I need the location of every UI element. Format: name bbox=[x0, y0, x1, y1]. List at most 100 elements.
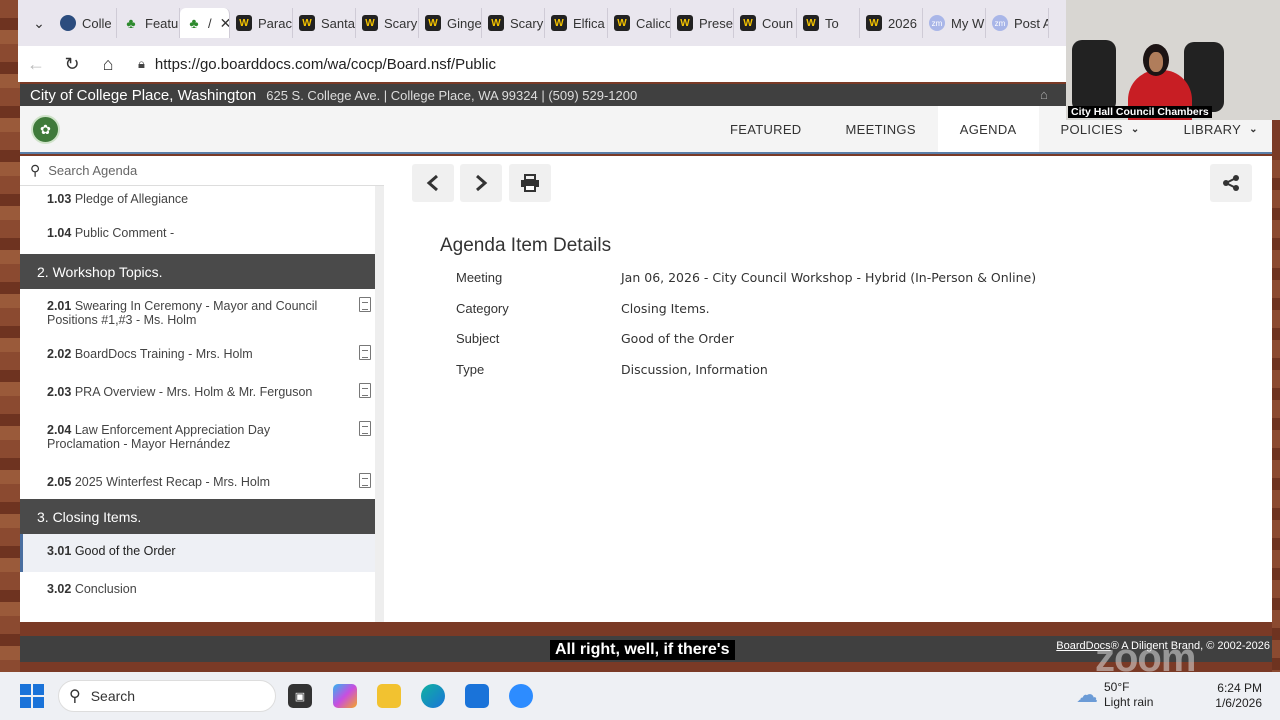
agenda-item[interactable]: 1.04 Public Comment - bbox=[20, 216, 375, 254]
chevron-down-icon: ⌄ bbox=[1130, 123, 1140, 135]
agenda-item[interactable]: 1.03 Pledge of Allegiance bbox=[20, 186, 375, 216]
browser-tab[interactable]: Colle bbox=[54, 8, 117, 38]
browser-tab-label: Post A bbox=[1014, 15, 1049, 31]
agenda-search[interactable]: ⚲ Search Agenda bbox=[20, 156, 384, 186]
browser-tab[interactable]: W To bbox=[797, 8, 860, 38]
menu-item-meetings[interactable]: MEETINGS bbox=[824, 106, 938, 152]
tab-list-dropdown-icon[interactable]: ⌄ bbox=[24, 8, 54, 38]
browser-tab[interactable]: W Scary bbox=[356, 8, 419, 38]
document-icon[interactable] bbox=[359, 345, 371, 360]
detail-value: Good of the Order bbox=[621, 331, 734, 346]
background-wood bbox=[1272, 160, 1280, 672]
boarddocs-favicon-icon: W bbox=[677, 15, 693, 31]
browser-tab-label: Calico bbox=[636, 15, 671, 31]
menu-item-featured[interactable]: FEATURED bbox=[708, 106, 824, 152]
detail-value: Closing Items. bbox=[621, 301, 710, 316]
browser-tab[interactable]: W Elfica bbox=[545, 8, 608, 38]
browser-tab[interactable]: ♣ / ✕ bbox=[180, 8, 230, 38]
agenda-item[interactable]: 2.02 BoardDocs Training - Mrs. Holm bbox=[20, 337, 375, 375]
back-icon[interactable]: ← bbox=[18, 46, 54, 82]
agenda-item-title: Swearing In Ceremony - Mayor and Council… bbox=[47, 299, 318, 327]
agenda-item[interactable]: 3.01 Good of the Order bbox=[20, 534, 375, 572]
speaker-face bbox=[1149, 52, 1163, 72]
browser-tab[interactable]: W Santa bbox=[293, 8, 356, 38]
agenda-item[interactable]: 3.02 Conclusion bbox=[20, 572, 375, 610]
document-icon[interactable] bbox=[359, 421, 371, 436]
browser-tab[interactable]: W Calico bbox=[608, 8, 671, 38]
agenda-item[interactable]: 2.04 Law Enforcement Appreciation Day Pr… bbox=[20, 413, 375, 465]
agenda-item-title: Public Comment - bbox=[74, 226, 175, 240]
browser-tab[interactable]: zm My W bbox=[923, 8, 986, 38]
share-icon bbox=[1223, 175, 1239, 191]
boarddocs-favicon-icon: W bbox=[425, 15, 441, 31]
system-clock[interactable]: 6:24 PM 1/6/2026 bbox=[1208, 681, 1262, 711]
boarddocs-favicon-icon: W bbox=[866, 15, 882, 31]
chair bbox=[1072, 40, 1116, 112]
document-icon[interactable] bbox=[359, 473, 371, 488]
detail-value: Discussion, Information bbox=[621, 362, 768, 377]
lock-icon: 🔒︎ bbox=[138, 56, 145, 71]
next-item-button[interactable] bbox=[460, 164, 502, 202]
microsoft-store-icon[interactable] bbox=[465, 684, 489, 708]
details-title: Agenda Item Details bbox=[440, 235, 612, 256]
m365-copilot-icon[interactable] bbox=[333, 684, 357, 708]
home-icon[interactable]: ⌂ bbox=[90, 46, 126, 82]
browser-tab[interactable]: W Scary bbox=[482, 8, 545, 38]
detail-label: Type bbox=[456, 362, 485, 377]
sidebar-scrollbar[interactable] bbox=[375, 186, 384, 622]
browser-tab[interactable]: W Parac bbox=[230, 8, 293, 38]
speaker-video[interactable]: City Hall Council Chambers bbox=[1066, 0, 1280, 120]
agenda-item[interactable]: 2.05 2025 Winterfest Recap - Mrs. Holm bbox=[20, 465, 375, 499]
menu-item-agenda[interactable]: AGENDA bbox=[937, 106, 1039, 152]
search-icon: ⚲ bbox=[30, 162, 41, 178]
live-caption: All right, well, if there's bbox=[550, 640, 735, 660]
rain-cloud-icon: ☁ bbox=[1076, 682, 1098, 707]
city-seal-logo[interactable]: ✿ bbox=[31, 115, 60, 144]
agenda-item-number: 2.01 bbox=[47, 299, 72, 313]
detail-row-meeting: Meeting Jan 06, 2026 - City Council Works… bbox=[456, 270, 1036, 285]
weather-widget[interactable]: ☁ 50°F Light rain bbox=[1076, 680, 1153, 710]
chevron-left-icon bbox=[426, 174, 438, 192]
task-view-icon[interactable]: ▣ bbox=[288, 684, 312, 708]
document-icon[interactable] bbox=[359, 383, 371, 398]
share-button[interactable] bbox=[1210, 164, 1252, 202]
edge-browser-icon[interactable] bbox=[421, 684, 445, 708]
reload-icon[interactable]: ↻ bbox=[54, 46, 90, 82]
browser-tab[interactable]: W 2026 bbox=[860, 8, 923, 38]
weather-temp: 50°F bbox=[1104, 680, 1130, 694]
browser-tab[interactable]: W Ginge bbox=[419, 8, 482, 38]
agenda-section-header[interactable]: 3. Closing Items. bbox=[20, 499, 375, 534]
file-explorer-icon[interactable] bbox=[377, 684, 401, 708]
zm-favicon-icon: zm bbox=[929, 15, 945, 31]
agenda-item-number: 1.04 bbox=[47, 226, 72, 240]
detail-row-type: Type Discussion, Information bbox=[456, 362, 768, 377]
agenda-item-number: 3.02 bbox=[47, 582, 72, 596]
windows-start-icon[interactable] bbox=[20, 684, 44, 708]
agenda-detail-panel: Agenda Item Details Meeting Jan 06, 2026 … bbox=[384, 156, 1272, 622]
site-address: 625 S. College Ave. | College Place, WA … bbox=[266, 87, 638, 103]
agenda-search-placeholder: Search Agenda bbox=[48, 163, 138, 178]
print-button[interactable] bbox=[509, 164, 551, 202]
agenda-item[interactable]: 2.03 PRA Overview - Mrs. Holm & Mr. Ferg… bbox=[20, 375, 375, 413]
close-tab-icon[interactable]: ✕ bbox=[220, 15, 229, 32]
clock-time: 6:24 PM bbox=[1217, 681, 1262, 695]
browser-tab[interactable]: W Coun bbox=[734, 8, 797, 38]
agenda-section-header[interactable]: 2. Workshop Topics. bbox=[20, 254, 375, 289]
background-wood bbox=[0, 0, 20, 672]
browser-tab[interactable]: zm Post A bbox=[986, 8, 1049, 38]
agenda-item-number: 2.03 bbox=[47, 385, 72, 399]
browser-tab[interactable]: W Prese bbox=[671, 8, 734, 38]
zoom-app-icon[interactable] bbox=[509, 684, 533, 708]
address-bar: ← ↻ ⌂ 🔒︎ https://go.boarddocs.com/wa/coc… bbox=[18, 46, 1068, 82]
previous-item-button[interactable] bbox=[412, 164, 454, 202]
agenda-item[interactable]: 2.01 Swearing In Ceremony - Mayor and Co… bbox=[20, 289, 375, 337]
browser-tab[interactable]: ♣ Featu bbox=[117, 8, 180, 38]
agenda-item-title: Law Enforcement Appreciation Day Proclam… bbox=[47, 423, 271, 451]
url-field[interactable]: 🔒︎ https://go.boarddocs.com/wa/cocp/Boar… bbox=[132, 49, 1052, 79]
document-icon[interactable] bbox=[359, 297, 371, 312]
agenda-item-title: BoardDocs Training - Mrs. Holm bbox=[74, 347, 253, 361]
site-home-icon[interactable]: ⌂ bbox=[1040, 87, 1048, 102]
taskbar-search[interactable]: ⚲ Search bbox=[58, 680, 276, 712]
detail-label: Category bbox=[456, 301, 509, 316]
agenda-item-number: 2.02 bbox=[47, 347, 72, 361]
